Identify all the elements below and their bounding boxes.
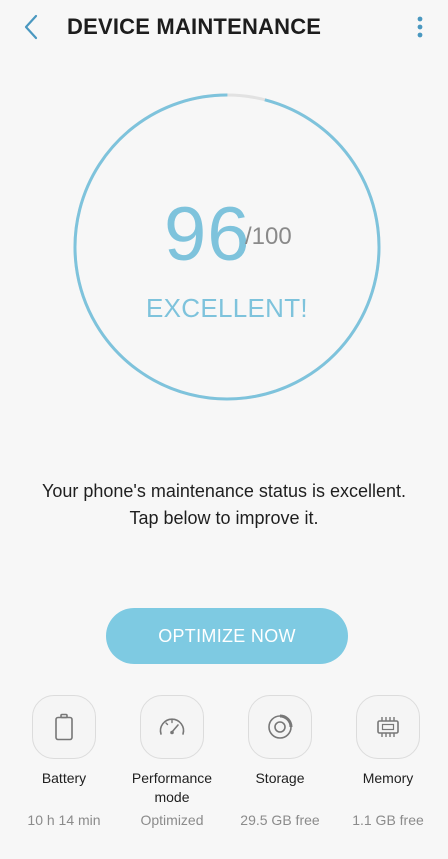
score-max: /100 [245,223,292,250]
tile-value: 29.5 GB free [240,812,320,828]
storage-tile-icon-box [248,695,312,759]
more-options-button[interactable] [408,10,432,44]
tile-label: Storage [255,770,305,786]
more-vertical-icon [417,16,423,38]
tile-battery[interactable]: Battery 10 h 14 min [14,695,114,830]
tile-storage[interactable]: Storage 29.5 GB free [230,695,330,830]
optimize-now-button[interactable]: OPTIMIZE NOW [106,608,348,664]
tile-value: 10 h 14 min [27,812,101,828]
chevron-left-icon [24,14,38,40]
score-status: EXCELLENT! [146,293,308,323]
memory-chip-icon [377,717,399,737]
battery-icon [55,713,73,741]
status-message-line1: Your phone's maintenance status is excel… [42,481,406,501]
tile-label: Performance mode [131,770,213,805]
app-bar: DEVICE MAINTENANCE [0,0,448,56]
score-gauge: 96 /100 EXCELLENT! [72,92,382,402]
storage-disc-icon [268,714,293,739]
tile-performance-mode[interactable]: Performance mode Optimized [122,695,222,830]
memory-tile-icon-box [356,695,420,759]
status-message: Your phone's maintenance status is excel… [0,478,448,532]
tile-label: Battery [41,770,87,786]
page-title: DEVICE MAINTENANCE [67,14,322,39]
score-value: 96 [164,192,251,277]
tile-memory[interactable]: Memory 1.1 GB free [338,695,438,830]
tile-value: 1.1 GB free [352,812,424,828]
battery-tile-icon-box [32,695,96,759]
performance-tile-icon-box [140,695,204,759]
score-text: 96 /100 EXCELLENT! [72,92,382,402]
tile-label: Memory [362,770,414,786]
back-button[interactable] [14,10,48,44]
gauge-icon [159,718,185,735]
tile-value: Optimized [140,812,204,828]
status-message-line2: Tap below to improve it. [129,508,319,528]
